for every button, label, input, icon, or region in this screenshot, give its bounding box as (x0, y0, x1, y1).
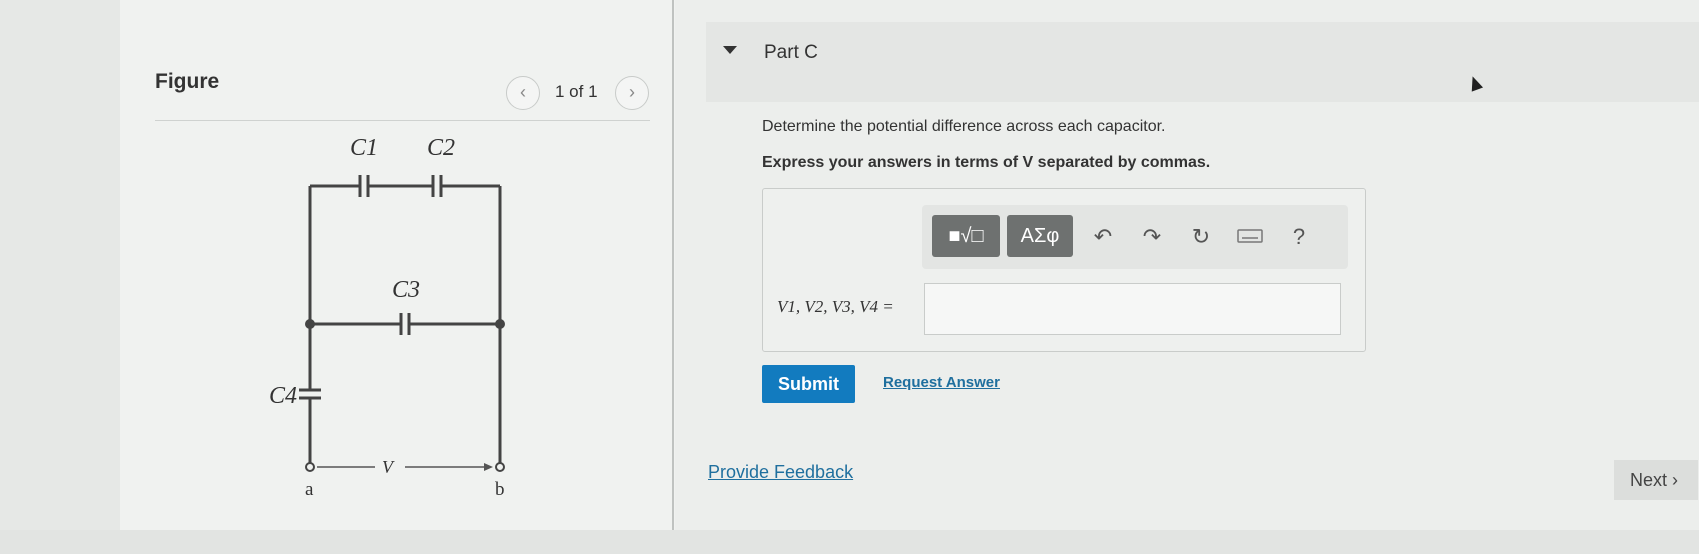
redo-icon[interactable]: ↷ (1134, 219, 1170, 255)
terminal-b-label: b (495, 479, 505, 500)
next-label: Next (1630, 470, 1668, 490)
figure-divider (155, 120, 650, 121)
math-toolbar: ■√□ ΑΣφ ↶ ↷ ↻ ? (922, 205, 1348, 269)
voltage-label: V (382, 457, 395, 477)
question-text: Determine the potential difference acros… (762, 118, 1166, 135)
submit-button[interactable]: Submit (762, 365, 855, 403)
left-margin (0, 0, 121, 554)
chevron-left-icon: ‹ (520, 82, 526, 102)
panel-divider (672, 0, 674, 530)
answer-label: V1, V2, V3, V4 = (777, 297, 894, 316)
answer-input[interactable] (924, 283, 1341, 335)
help-button[interactable]: ? (1281, 219, 1317, 255)
template-button[interactable]: ■√□ (932, 215, 1000, 257)
next-button[interactable]: Next › (1614, 460, 1698, 500)
chevron-right-icon: › (629, 82, 635, 102)
undo-icon[interactable]: ↶ (1085, 219, 1121, 255)
terminal-b (495, 462, 505, 472)
chevron-right-icon: › (1672, 470, 1679, 490)
figure-page-count: 1 of 1 (555, 82, 598, 101)
c3-label: C3 (392, 277, 420, 303)
bottom-band (0, 530, 1699, 554)
c4-label: C4 (269, 383, 297, 409)
provide-feedback-link[interactable]: Provide Feedback (708, 462, 853, 483)
c2-label: C2 (427, 135, 455, 161)
part-title: Part C (764, 42, 818, 63)
request-answer-link[interactable]: Request Answer (883, 374, 1000, 391)
terminal-a (305, 462, 315, 472)
part-header[interactable] (706, 22, 1699, 102)
template-fraction-root-icon: ■√□ (948, 225, 984, 247)
terminal-a-label: a (305, 479, 314, 500)
junction-dot (305, 319, 315, 329)
junction-dot (495, 319, 505, 329)
voltage-arrowhead (484, 463, 493, 471)
figure-title: Figure (155, 70, 220, 93)
collapse-triangle-icon[interactable] (723, 46, 737, 54)
keyboard-icon[interactable] (1232, 219, 1268, 255)
c1-label: C1 (350, 135, 378, 161)
circuit-diagram: C1 C2 C3 C4 V a b (269, 135, 505, 500)
figure-prev-button[interactable]: ‹ (506, 76, 540, 110)
reset-icon[interactable]: ↻ (1183, 219, 1219, 255)
question-instruction: Express your answers in terms of V separ… (762, 154, 1211, 171)
greek-symbols-button[interactable]: ΑΣφ (1007, 215, 1073, 257)
figure-next-button[interactable]: › (615, 76, 649, 110)
